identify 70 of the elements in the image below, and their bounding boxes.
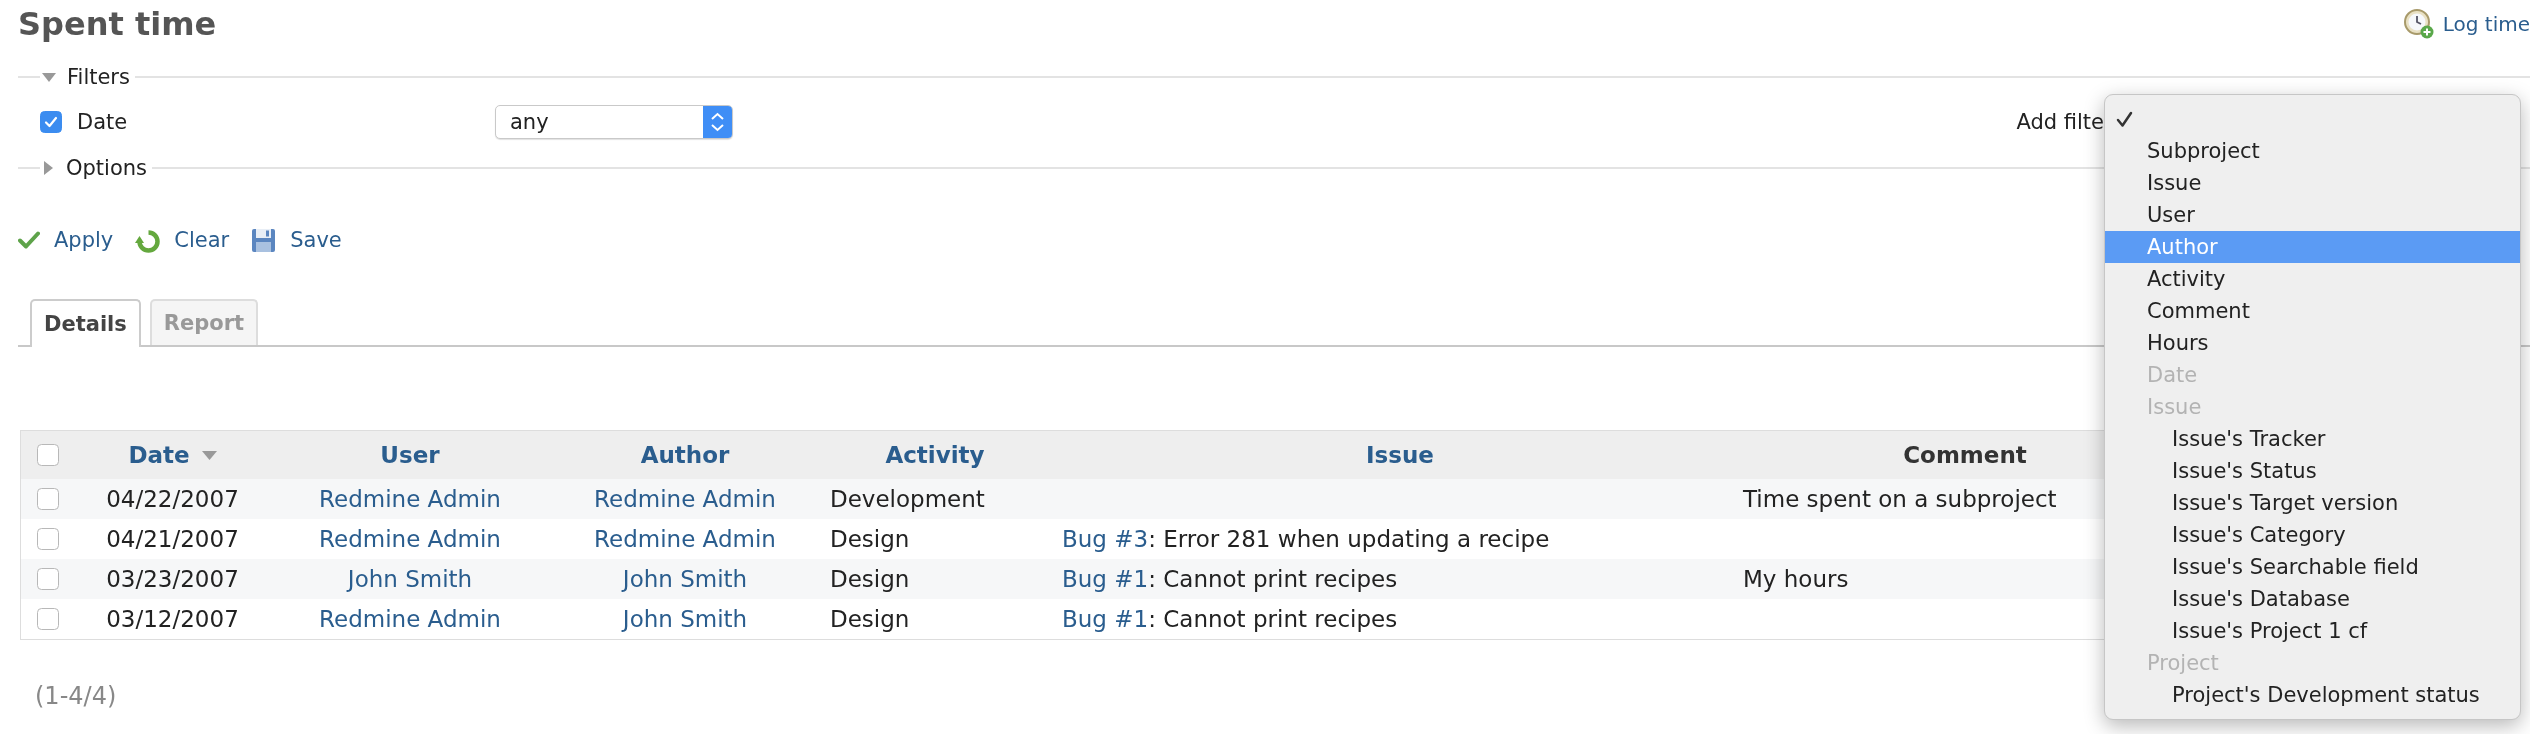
menu-item[interactable]: Project's Development status [2105, 679, 2520, 711]
menu-group-label: Issue [2146, 394, 2203, 421]
date-text: 04/21/2007 [106, 526, 239, 552]
date-text: 03/23/2007 [106, 566, 239, 592]
comment-text: My hours [1743, 566, 1849, 592]
column-header: Comment [1903, 442, 2027, 468]
comment-text: Time spent on a subproject [1743, 486, 2057, 512]
column-header-link[interactable]: Author [640, 442, 730, 468]
filter-label: Date [77, 109, 128, 134]
menu-item[interactable]: Hours [2105, 327, 2520, 359]
menu-item[interactable]: Activity [2105, 263, 2520, 295]
row-checkbox[interactable] [37, 608, 59, 630]
person-link[interactable]: Redmine Admin [319, 486, 501, 512]
date-text: 03/12/2007 [106, 606, 239, 632]
row-checkbox[interactable] [37, 528, 59, 550]
log-time-link[interactable]: Log time [2403, 9, 2530, 39]
bug-subject: : Error 281 when updating a recipe [1148, 526, 1550, 552]
row-checkbox[interactable] [37, 488, 59, 510]
activity-text: Design [830, 566, 910, 592]
options-toggle[interactable]: Options [40, 156, 153, 180]
tab[interactable]: Details [30, 299, 141, 347]
menu-item[interactable]: Issue's Project 1 cf [2105, 615, 2520, 647]
date-text: 04/22/2007 [106, 486, 239, 512]
column-header-link[interactable]: Activity [885, 442, 985, 468]
checkmark-icon [18, 231, 40, 249]
select-all-checkbox[interactable] [37, 444, 59, 466]
menu-item[interactable]: Issue's Target version [2105, 487, 2520, 519]
menu-item[interactable]: Issue's Tracker [2105, 423, 2520, 455]
clock-plus-icon [2403, 9, 2434, 39]
activity-text: Development [830, 486, 985, 512]
menu-item[interactable]: Issue [2105, 167, 2520, 199]
person-link[interactable]: John Smith [622, 566, 748, 592]
apply-link[interactable]: Apply [18, 228, 114, 252]
bug-link[interactable]: Bug #3 [1062, 526, 1149, 552]
activity-text: Design [830, 526, 910, 552]
menu-item[interactable]: Comment [2105, 295, 2520, 327]
menu-group-label: Date [2146, 362, 2199, 389]
person-link[interactable]: Redmine Admin [594, 486, 776, 512]
person-link[interactable]: Redmine Admin [594, 526, 776, 552]
chevron-updown-icon [703, 105, 732, 138]
person-link[interactable]: Redmine Admin [319, 526, 501, 552]
menu-item[interactable]: Issue's Database [2105, 583, 2520, 615]
circular-arrow-icon [135, 227, 161, 253]
row-checkbox[interactable] [37, 568, 59, 590]
pagination-info: (1-4/4) [35, 681, 117, 711]
add-filter-label: Add filte [2016, 109, 2104, 134]
menu-item[interactable]: Issue's Status [2105, 455, 2520, 487]
operator-select[interactable]: any [495, 104, 733, 139]
menu-item[interactable]: Subproject [2105, 135, 2520, 167]
menu-item[interactable]: User [2105, 199, 2520, 231]
column-header-link[interactable]: Issue [1366, 442, 1434, 468]
person-link[interactable]: John Smith [622, 606, 748, 632]
bug-link[interactable]: Bug #1 [1062, 566, 1149, 592]
filters-toggle[interactable]: Filters [40, 65, 135, 89]
clear-link[interactable]: Clear [135, 227, 230, 253]
bug-subject: : Cannot print recipes [1148, 566, 1398, 592]
column-header-link[interactable]: User [380, 442, 440, 468]
filter-checkbox[interactable] [40, 110, 62, 133]
person-link[interactable]: John Smith [347, 566, 473, 592]
person-link[interactable]: Redmine Admin [319, 606, 501, 632]
activity-text: Design [830, 606, 910, 632]
menu-group-label: Project [2146, 650, 2220, 677]
bug-link[interactable]: Bug #1 [1062, 606, 1149, 632]
sort-down-icon [201, 450, 217, 460]
bug-subject: : Cannot print recipes [1148, 606, 1398, 632]
menu-item[interactable]: Issue's Category [2105, 519, 2520, 551]
menu-item[interactable]: Issue's Searchable field [2105, 551, 2520, 583]
save-link[interactable]: Save [251, 227, 342, 253]
page-title: Spent time [18, 4, 217, 44]
column-header-link[interactable]: Date [128, 442, 217, 468]
